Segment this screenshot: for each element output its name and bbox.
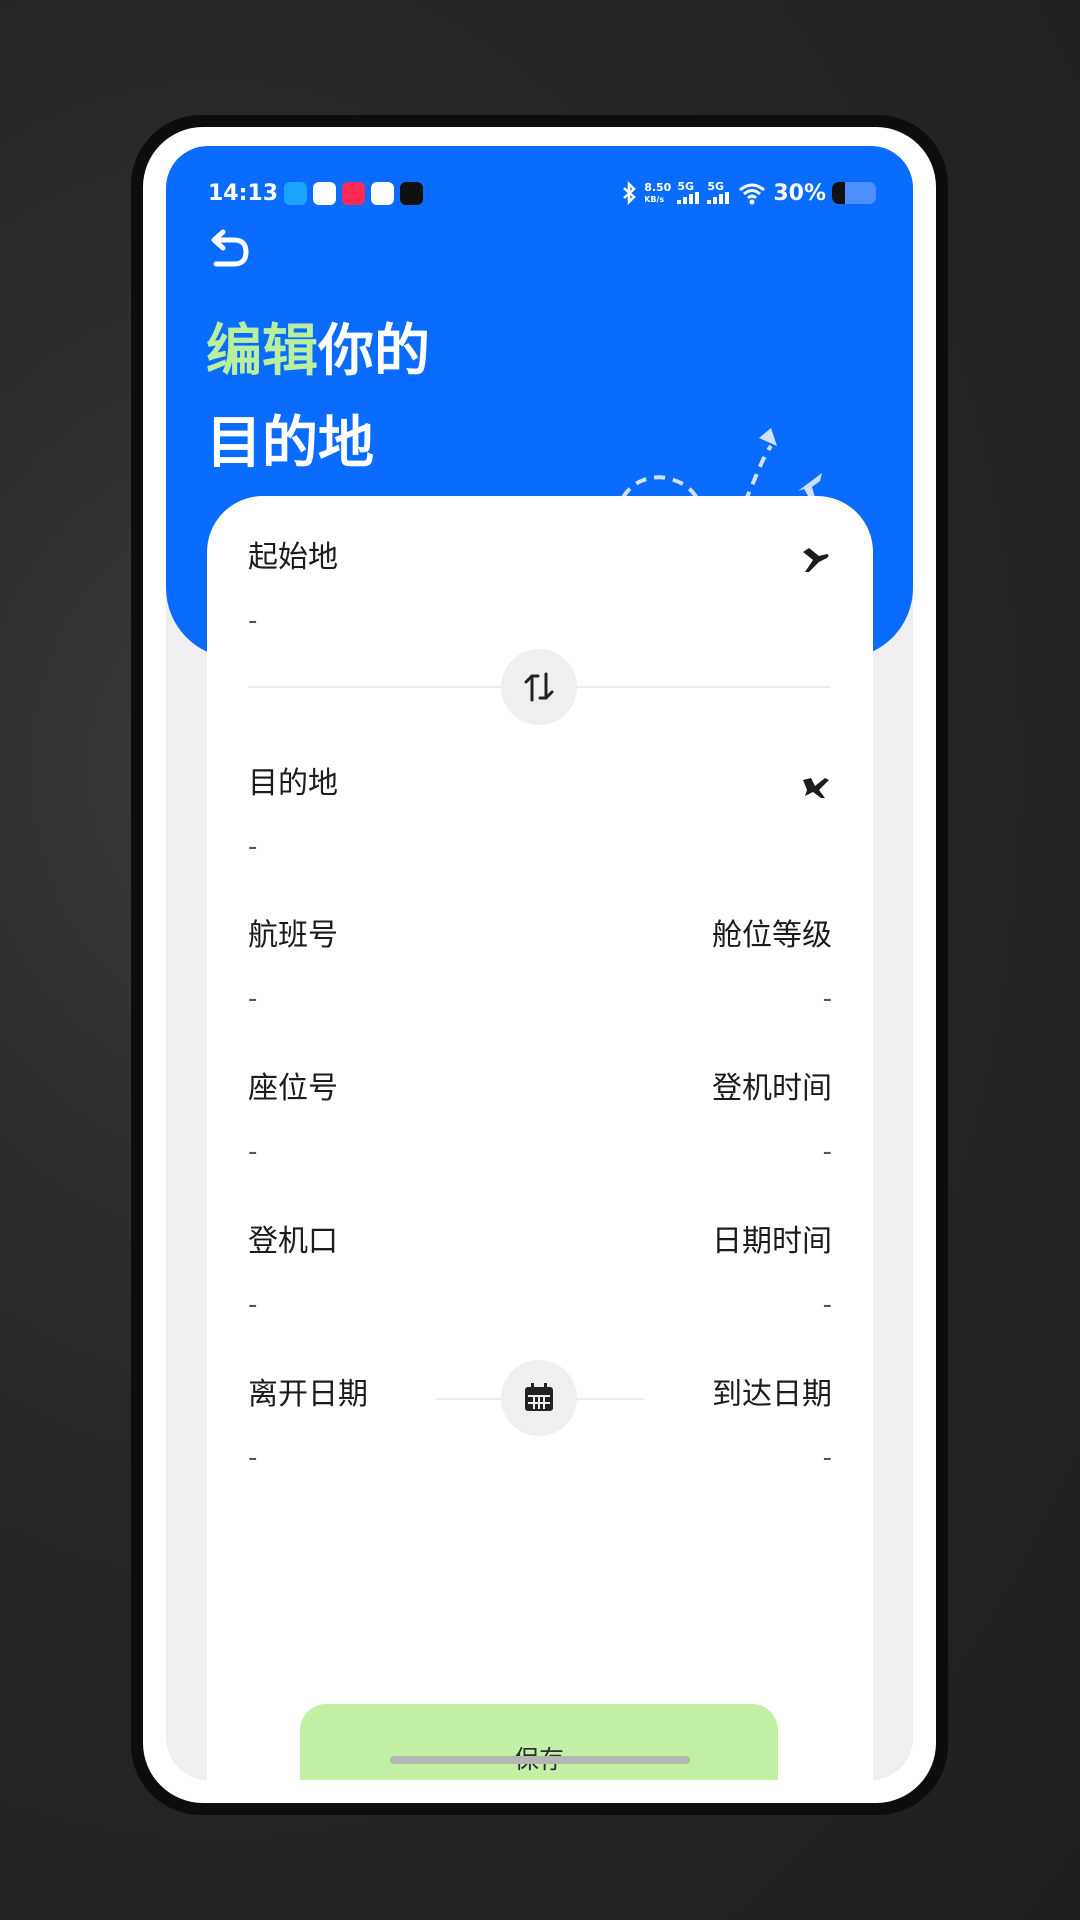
cabin-class-field[interactable]: -	[823, 984, 832, 1014]
status-right: 8.50 KB/s 5G 5G 30%	[620, 181, 876, 206]
title-line2: 目的地	[206, 411, 374, 476]
gate-field[interactable]: -	[248, 1290, 257, 1320]
sim1-signal: 5G	[677, 181, 701, 206]
plane-takeoff-icon	[803, 548, 829, 572]
sim2-signal: 5G	[707, 181, 731, 206]
undo-arrow-icon[interactable]	[206, 228, 250, 272]
flight-number-label: 航班号	[248, 918, 338, 953]
notification-app-icon	[284, 181, 308, 205]
signal-bars-icon	[707, 191, 730, 204]
status-bar: 14:13 8.50 KB/s 5G 5G 30%	[208, 178, 876, 208]
calendar-button[interactable]	[501, 1360, 577, 1436]
notification-app-icon	[342, 181, 366, 205]
boarding-time-field[interactable]: -	[823, 1137, 832, 1167]
net-speed: 8.50 KB/s	[644, 180, 672, 204]
arrival-date-label: 到达日期	[712, 1377, 832, 1412]
notification-app-icon	[371, 181, 395, 205]
destination-label: 目的地	[248, 766, 338, 801]
status-time: 14:13	[208, 180, 279, 206]
arrival-date-field[interactable]: -	[823, 1443, 832, 1473]
notification-app-icon	[313, 181, 337, 205]
flight-form-card: 起始地 - 目的地 - 航班号 - 舱位等级 - 座位号 - 登机时间 - 登机…	[207, 496, 873, 1780]
seat-number-label: 座位号	[248, 1071, 338, 1106]
seat-number-field[interactable]: -	[248, 1137, 257, 1167]
cabin-class-label: 舱位等级	[712, 918, 832, 953]
wifi-icon	[739, 183, 766, 205]
status-left: 14:13	[208, 180, 424, 206]
app-screen: 14:13 8.50 KB/s 5G 5G 30% 编辑你的 目的地 起始地 -…	[166, 146, 913, 1780]
departure-date-label: 离开日期	[248, 1377, 368, 1412]
departure-date-field[interactable]: -	[248, 1443, 257, 1473]
battery-percent: 30%	[773, 180, 826, 206]
plane-landing-icon	[803, 778, 829, 798]
calendar-icon	[525, 1383, 553, 1411]
home-indicator[interactable]	[390, 1756, 690, 1764]
origin-field[interactable]: -	[248, 606, 257, 636]
origin-label: 起始地	[248, 540, 338, 575]
destination-field[interactable]: -	[248, 832, 257, 862]
signal-bars-icon	[677, 191, 700, 204]
save-button[interactable]: 保存	[300, 1704, 778, 1780]
title-rest: 你的	[318, 319, 430, 384]
battery-icon	[832, 182, 876, 204]
battery-fill	[832, 182, 846, 204]
tiktok-icon	[400, 181, 424, 205]
boarding-time-label: 登机时间	[712, 1071, 832, 1106]
bluetooth-icon	[623, 181, 637, 205]
flight-number-field[interactable]: -	[248, 984, 257, 1014]
swap-icon	[524, 672, 554, 702]
date-time-label: 日期时间	[712, 1224, 832, 1259]
swap-button[interactable]	[501, 649, 577, 725]
date-time-field[interactable]: -	[823, 1290, 832, 1320]
gate-label: 登机口	[248, 1224, 338, 1259]
page-title: 编辑你的 目的地	[206, 306, 430, 490]
title-accent: 编辑	[206, 319, 318, 384]
